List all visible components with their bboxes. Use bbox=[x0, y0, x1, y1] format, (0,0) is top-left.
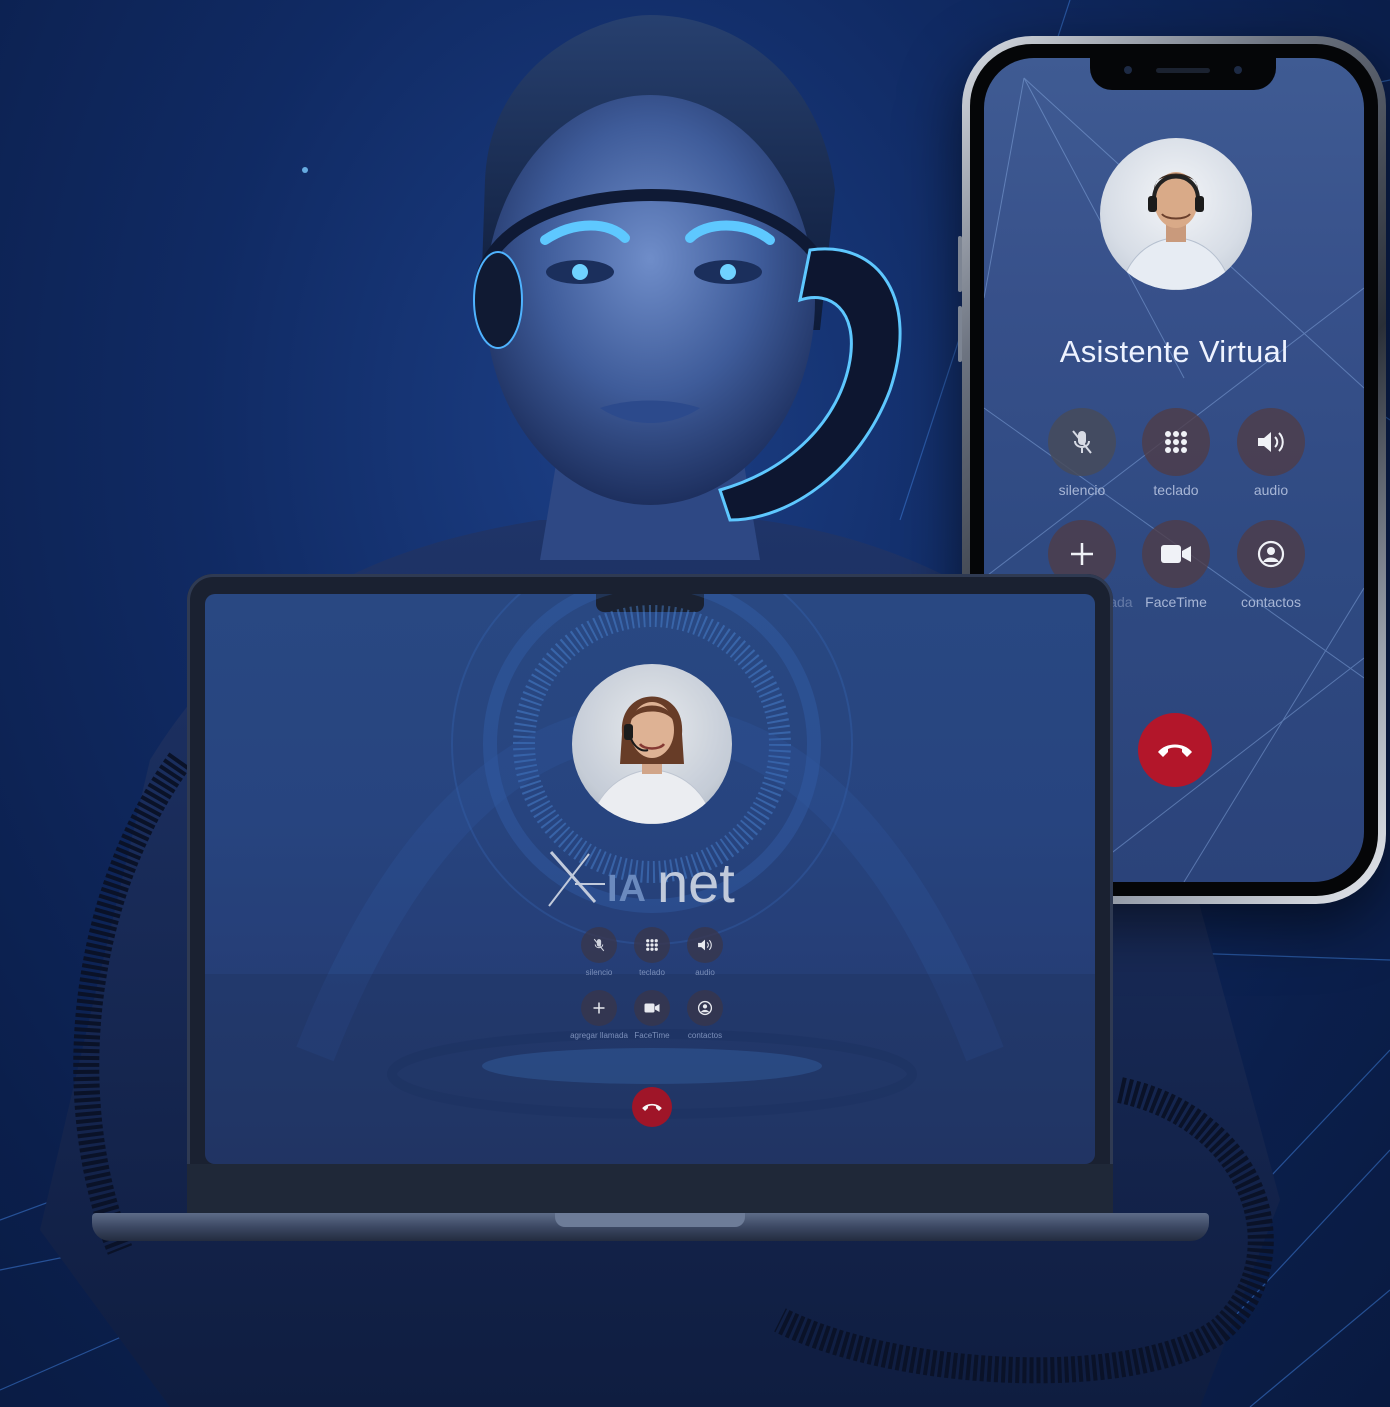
laptop-bottom-bezel bbox=[187, 1164, 1113, 1214]
laptop-add-call-label: agregar llamada bbox=[570, 1031, 628, 1040]
phone-volume-up-button bbox=[958, 236, 962, 292]
contacts-button[interactable] bbox=[1237, 520, 1305, 588]
laptop-base bbox=[92, 1213, 1209, 1241]
keypad-label: teclado bbox=[1153, 482, 1199, 498]
hangup-icon bbox=[642, 1103, 662, 1112]
man-with-headset-icon bbox=[1119, 172, 1233, 290]
laptop-facetime-button[interactable] bbox=[634, 990, 670, 1026]
laptop-facetime-label: FaceTime bbox=[634, 1031, 670, 1040]
video-icon bbox=[1161, 545, 1191, 563]
caller-name: Asistente Virtual bbox=[1059, 334, 1289, 369]
facetime-label: FaceTime bbox=[1145, 594, 1207, 610]
speaker-button[interactable] bbox=[1237, 408, 1305, 476]
laptop-call-screen: IA net silencio teclado audio agregar ll… bbox=[205, 594, 1095, 1164]
hero-scene: Asistente Virtual silencio teclado audio… bbox=[0, 0, 1390, 1407]
agent-avatar bbox=[572, 664, 732, 824]
video-icon bbox=[644, 1003, 660, 1013]
laptop-speaker-label: audio bbox=[695, 968, 715, 977]
speaker-icon bbox=[1258, 432, 1284, 452]
contacts-label: contactos bbox=[1241, 594, 1301, 610]
mic-off-icon bbox=[593, 938, 605, 952]
caller-avatar bbox=[1100, 138, 1252, 290]
phone-volume-down-button bbox=[958, 306, 962, 362]
keypad-button[interactable] bbox=[1142, 408, 1210, 476]
contact-icon bbox=[697, 1000, 713, 1016]
ianet-logo: IA net bbox=[545, 844, 765, 914]
laptop-end-call-button[interactable] bbox=[632, 1087, 672, 1127]
end-call-button[interactable] bbox=[1138, 713, 1212, 787]
facetime-button[interactable] bbox=[1142, 520, 1210, 588]
mute-button[interactable] bbox=[1048, 408, 1116, 476]
plus-icon bbox=[593, 1002, 605, 1014]
hangup-icon bbox=[1158, 744, 1192, 757]
keypad-icon bbox=[1165, 431, 1187, 453]
mic-off-icon bbox=[1072, 430, 1092, 454]
laptop-keypad-label: teclado bbox=[639, 968, 665, 977]
laptop-mute-button[interactable] bbox=[581, 927, 617, 963]
laptop-add-call-button[interactable] bbox=[581, 990, 617, 1026]
speaker-label: audio bbox=[1253, 482, 1289, 498]
laptop-contacts-label: contactos bbox=[687, 1031, 723, 1040]
laptop-keypad-button[interactable] bbox=[634, 927, 670, 963]
laptop-mute-label: silencio bbox=[585, 968, 613, 977]
laptop-speaker-button[interactable] bbox=[687, 927, 723, 963]
logo-ia-text: IA bbox=[607, 868, 647, 910]
laptop-open-groove bbox=[555, 1213, 745, 1227]
x-logo-icon bbox=[548, 851, 605, 907]
speaker-icon bbox=[698, 939, 712, 951]
logo-net-text: net bbox=[657, 851, 735, 914]
contact-icon bbox=[1257, 540, 1285, 568]
woman-with-headset-icon bbox=[589, 696, 715, 824]
plus-icon bbox=[1071, 543, 1093, 565]
laptop-contacts-button[interactable] bbox=[687, 990, 723, 1026]
keypad-icon bbox=[646, 939, 658, 951]
